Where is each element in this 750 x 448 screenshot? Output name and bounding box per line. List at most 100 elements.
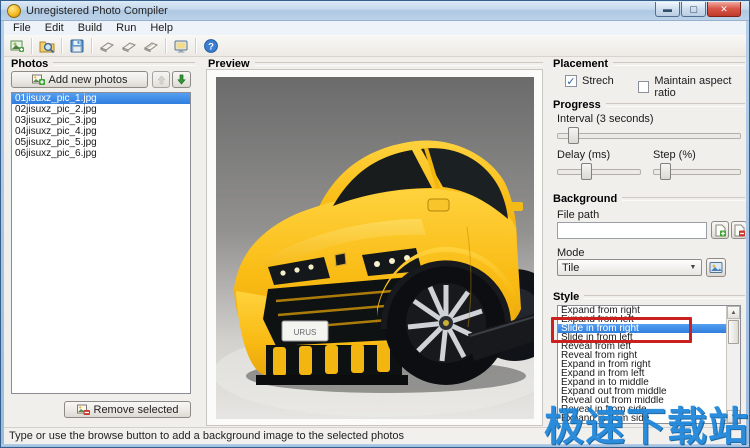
delay-label: Delay (ms) <box>557 149 610 161</box>
photo-list-item[interactable]: 06jisuxz_pic_6.jpg <box>12 148 190 159</box>
step-label: Step (%) <box>653 149 696 161</box>
style-option[interactable]: Expand in from left <box>558 369 726 378</box>
scrollbar-thumb[interactable] <box>728 320 739 344</box>
style-option[interactable]: Reveal in from side <box>558 405 726 414</box>
menu-file[interactable]: File <box>6 21 38 35</box>
license-plate-text: URUS <box>294 328 317 337</box>
compile-icon[interactable] <box>96 37 118 55</box>
mode-dropdown[interactable]: Tile ▼ <box>557 259 702 276</box>
red-highlight-annotation <box>551 317 692 343</box>
background-section-header: Background <box>553 193 745 205</box>
menu-build[interactable]: Build <box>71 21 109 35</box>
maintain-aspect-ratio-label: Maintain aspect ratio <box>654 75 749 99</box>
remove-selected-button[interactable]: Remove selected <box>64 401 191 418</box>
style-option[interactable]: Reveal from right <box>558 351 726 360</box>
style-list-scrollbar[interactable]: ▲ ▼ <box>726 306 740 423</box>
slider-thumb[interactable] <box>660 163 671 180</box>
stretch-label: Strech <box>582 75 614 87</box>
slider-thumb[interactable] <box>568 127 579 144</box>
add-photo-icon <box>32 74 45 86</box>
preview-display-icon[interactable] <box>170 37 192 55</box>
help-icon[interactable]: ? <box>200 37 222 55</box>
menu-edit[interactable]: Edit <box>38 21 71 35</box>
close-button[interactable]: ✕ <box>707 2 741 17</box>
file-path-input[interactable] <box>557 222 707 239</box>
window-border <box>1 444 749 447</box>
file-path-label: File path <box>557 209 599 221</box>
delay-slider[interactable] <box>557 163 641 178</box>
publish-book-icon[interactable] <box>140 37 162 55</box>
clear-background-button[interactable] <box>731 221 747 239</box>
mode-value: Tile <box>562 262 579 274</box>
scroll-up-icon[interactable]: ▲ <box>727 306 740 319</box>
slider-track[interactable] <box>557 169 641 175</box>
chevron-down-icon: ▼ <box>685 260 701 275</box>
apply-mode-button[interactable] <box>706 258 726 277</box>
photos-list[interactable]: 01jisuxz_pic_1.jpg 02jisuxz_pic_2.jpg 03… <box>11 92 191 394</box>
photo-list-item[interactable]: 04jisuxz_pic_4.jpg <box>12 126 190 137</box>
style-option[interactable]: Expand out from middle <box>558 387 726 396</box>
checkbox-checked-icon: ✓ <box>565 75 577 87</box>
style-option[interactable]: Expand from right <box>558 306 726 315</box>
preview-panel: URUS <box>206 69 543 426</box>
style-option[interactable]: Reveal out from middle <box>558 396 726 405</box>
minimize-button[interactable]: ▬ <box>655 2 680 17</box>
style-title: Style <box>553 291 579 303</box>
maximize-button[interactable]: ▢ <box>681 2 706 17</box>
slider-thumb[interactable] <box>581 163 592 180</box>
remove-selected-label: Remove selected <box>94 404 179 416</box>
window-border <box>1 21 4 447</box>
style-option[interactable]: Expand in from side <box>558 414 726 423</box>
mode-label: Mode <box>557 247 585 259</box>
photo-list-item[interactable]: 02jisuxz_pic_2.jpg <box>12 104 190 115</box>
photo-compiler-window: Unregistered Photo Compiler ▬ ▢ ✕ File E… <box>0 0 750 448</box>
add-new-photos-label: Add new photos <box>49 74 128 86</box>
title-bar[interactable]: Unregistered Photo Compiler ▬ ▢ ✕ <box>1 1 749 21</box>
style-option[interactable]: Expand in to middle <box>558 378 726 387</box>
progress-section-header: Progress <box>553 99 745 111</box>
placement-section-header: Placement <box>553 58 745 70</box>
remove-photo-icon <box>77 404 90 416</box>
stretch-checkbox[interactable]: ✓ Strech <box>565 75 614 87</box>
slider-track[interactable] <box>557 133 741 139</box>
browse-icon[interactable] <box>36 37 58 55</box>
add-file-icon <box>714 224 727 237</box>
photos-title: Photos <box>11 58 48 70</box>
status-text: Type or use the browse button to add a b… <box>9 430 404 442</box>
photo-list-item[interactable]: 01jisuxz_pic_1.jpg <box>12 93 190 104</box>
add-new-photos-button[interactable]: Add new photos <box>11 71 148 88</box>
maintain-aspect-ratio-checkbox[interactable]: Maintain aspect ratio <box>638 75 749 99</box>
save-icon[interactable] <box>66 37 88 55</box>
toolbar: ? <box>2 35 748 57</box>
interval-label: Interval (3 seconds) <box>557 113 654 125</box>
browse-background-button[interactable] <box>711 221 729 239</box>
checkbox-unchecked-icon <box>638 81 649 93</box>
style-option[interactable]: Expand in from right <box>558 360 726 369</box>
remove-file-icon <box>733 224 746 237</box>
photo-list-item[interactable]: 05jisuxz_pic_5.jpg <box>12 137 190 148</box>
move-up-button[interactable] <box>152 71 170 88</box>
down-arrow-icon <box>177 74 186 85</box>
interval-slider[interactable] <box>557 127 741 142</box>
window-border <box>746 21 749 447</box>
app-icon <box>7 4 21 18</box>
scroll-down-icon[interactable]: ▼ <box>727 410 740 423</box>
build-book-icon[interactable] <box>118 37 140 55</box>
window-title: Unregistered Photo Compiler <box>26 5 168 17</box>
menu-bar: File Edit Build Run Help <box>2 21 748 35</box>
up-arrow-icon <box>157 75 166 85</box>
status-bar: Type or use the browse button to add a b… <box>2 427 748 444</box>
menu-help[interactable]: Help <box>143 21 180 35</box>
svg-text:?: ? <box>208 41 214 52</box>
progress-title: Progress <box>553 99 601 111</box>
add-photos-icon[interactable] <box>6 37 28 55</box>
menu-run[interactable]: Run <box>109 21 143 35</box>
placement-title: Placement <box>553 58 608 70</box>
style-section-header: Style <box>553 291 745 303</box>
background-title: Background <box>553 193 617 205</box>
preview-image: URUS <box>216 77 534 419</box>
move-down-button[interactable] <box>172 71 191 88</box>
photo-list-item[interactable]: 03jisuxz_pic_3.jpg <box>12 115 190 126</box>
style-option[interactable]: Reveal from left <box>558 342 726 351</box>
step-slider[interactable] <box>653 163 741 178</box>
